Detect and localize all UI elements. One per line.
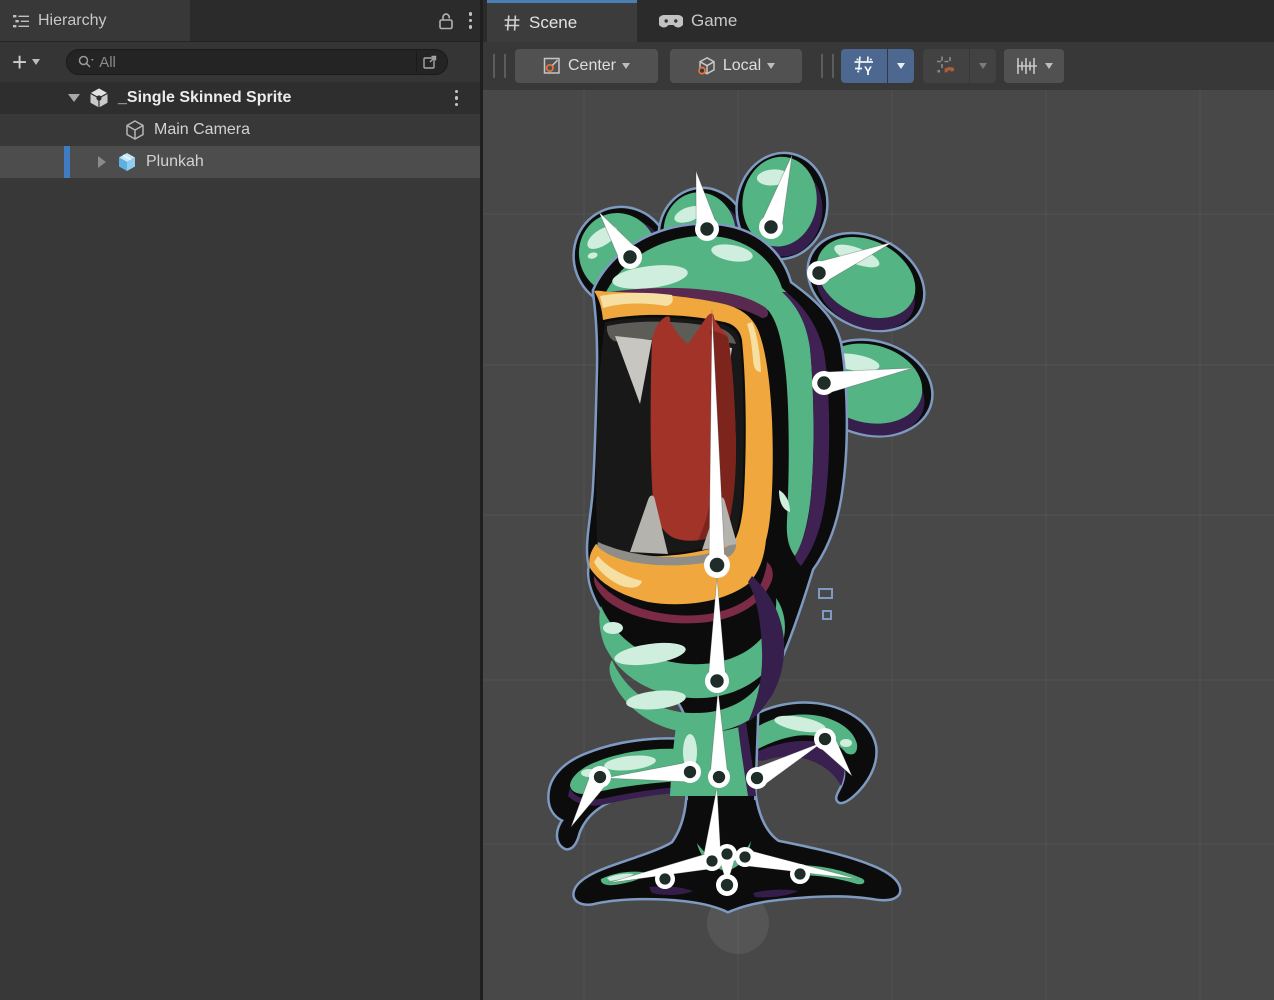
- gameobject-name: Plunkah: [146, 153, 204, 171]
- scene-name: _Single Skinned Sprite: [118, 89, 291, 107]
- grid-snap-dropdown[interactable]: [970, 49, 996, 83]
- bone-joint[interactable]: [705, 669, 729, 693]
- scene-toolbar: Center Local Y: [483, 42, 1274, 91]
- orientation-label: Local: [723, 57, 761, 75]
- search-picker-icon[interactable]: [416, 51, 443, 73]
- chevron-down-icon: [1045, 63, 1053, 69]
- unity-editor: Hierarchy +: [0, 0, 1274, 1000]
- gameobject-row-camera[interactable]: Main Camera: [0, 114, 480, 146]
- add-object-button[interactable]: +: [12, 52, 40, 72]
- scene-viewport[interactable]: [483, 90, 1274, 1000]
- gameobject-row-plunkah[interactable]: Plunkah: [0, 146, 480, 178]
- scene-tab-label: Scene: [529, 13, 577, 33]
- tab-scene[interactable]: Scene: [487, 0, 637, 42]
- bone-joint[interactable]: [735, 847, 755, 867]
- expand-arrow-icon[interactable]: [68, 94, 80, 102]
- bone-joint[interactable]: [716, 874, 738, 896]
- chevron-down-icon: [979, 63, 987, 69]
- bone-joint[interactable]: [814, 728, 836, 750]
- unity-scene-icon: [88, 87, 110, 109]
- selection-accent-bar: [64, 146, 70, 178]
- gameobject-name: Main Camera: [154, 121, 250, 139]
- game-gamepad-icon: [659, 13, 683, 29]
- hierarchy-tabbar: Hierarchy: [0, 0, 480, 42]
- chevron-down-icon: [32, 59, 40, 65]
- local-space-icon: [697, 56, 717, 76]
- hierarchy-toolbar: +: [0, 42, 480, 82]
- scene-canvas[interactable]: [483, 90, 1274, 1000]
- bone-joint[interactable]: [618, 245, 642, 269]
- svg-text:Y: Y: [864, 64, 872, 77]
- hierarchy-tree: _Single Skinned Sprite Main Camera: [0, 82, 480, 178]
- hierarchy-tab-label: Hierarchy: [38, 12, 106, 30]
- lock-icon[interactable]: [437, 11, 455, 31]
- pivot-center-icon: [543, 57, 562, 76]
- plunkah-sprite[interactable]: [550, 148, 942, 911]
- chevron-down-icon: [622, 63, 630, 69]
- hierarchy-icon: [12, 12, 30, 30]
- grid-visibility-button[interactable]: Y: [841, 49, 887, 83]
- bone-joint[interactable]: [679, 761, 701, 783]
- pivot-mode-dropdown[interactable]: Center: [515, 49, 658, 83]
- chevron-down-icon: [897, 63, 905, 69]
- expand-arrow-icon[interactable]: [98, 156, 106, 168]
- grid-axis-icon: Y: [853, 55, 875, 77]
- toolbar-drag-handle[interactable]: [493, 54, 506, 78]
- bone-joint[interactable]: [704, 552, 730, 578]
- snap-increment-icon: [1015, 55, 1039, 77]
- tab-game[interactable]: Game: [643, 0, 783, 42]
- toolbar-drag-handle[interactable]: [821, 54, 834, 78]
- snap-magnet-icon: [935, 55, 957, 77]
- scene-tabbar: Scene Game: [483, 0, 1274, 42]
- bone-joint[interactable]: [589, 766, 611, 788]
- scene-header-row[interactable]: _Single Skinned Sprite: [0, 82, 480, 114]
- bone-joint[interactable]: [746, 767, 768, 789]
- scene-more-icon[interactable]: [455, 90, 459, 107]
- plus-icon: +: [12, 52, 27, 72]
- prefab-cube-icon: [116, 151, 138, 173]
- hierarchy-panel: Hierarchy +: [0, 0, 480, 1000]
- bone-joint[interactable]: [695, 217, 719, 241]
- scene-panel: Scene Game Center: [483, 0, 1274, 1000]
- bone-joint[interactable]: [759, 215, 783, 239]
- orientation-dropdown[interactable]: Local: [670, 49, 802, 83]
- grid-options-dropdown[interactable]: [888, 49, 914, 83]
- search-text-field[interactable]: [97, 53, 416, 72]
- snap-increment-dropdown[interactable]: [1004, 49, 1064, 83]
- tab-hierarchy[interactable]: Hierarchy: [0, 0, 190, 41]
- hierarchy-more-icon[interactable]: [469, 12, 473, 29]
- camera-cube-icon: [124, 119, 146, 141]
- scene-grid-icon: [503, 14, 521, 32]
- chevron-down-icon: [767, 63, 775, 69]
- search-input[interactable]: [66, 49, 448, 75]
- bone-joint[interactable]: [790, 864, 810, 884]
- hierarchy-window-actions: [437, 0, 473, 41]
- selection-outline-fragment: [819, 589, 832, 619]
- bone-joint[interactable]: [655, 869, 675, 889]
- search-icon: [77, 54, 97, 70]
- bone-joint[interactable]: [717, 844, 737, 864]
- bone-joint[interactable]: [708, 766, 730, 788]
- bone-joint[interactable]: [812, 371, 836, 395]
- pivot-mode-label: Center: [568, 57, 616, 75]
- bone-joint[interactable]: [807, 261, 831, 285]
- grid-snap-button[interactable]: [923, 49, 969, 83]
- game-tab-label: Game: [691, 11, 737, 31]
